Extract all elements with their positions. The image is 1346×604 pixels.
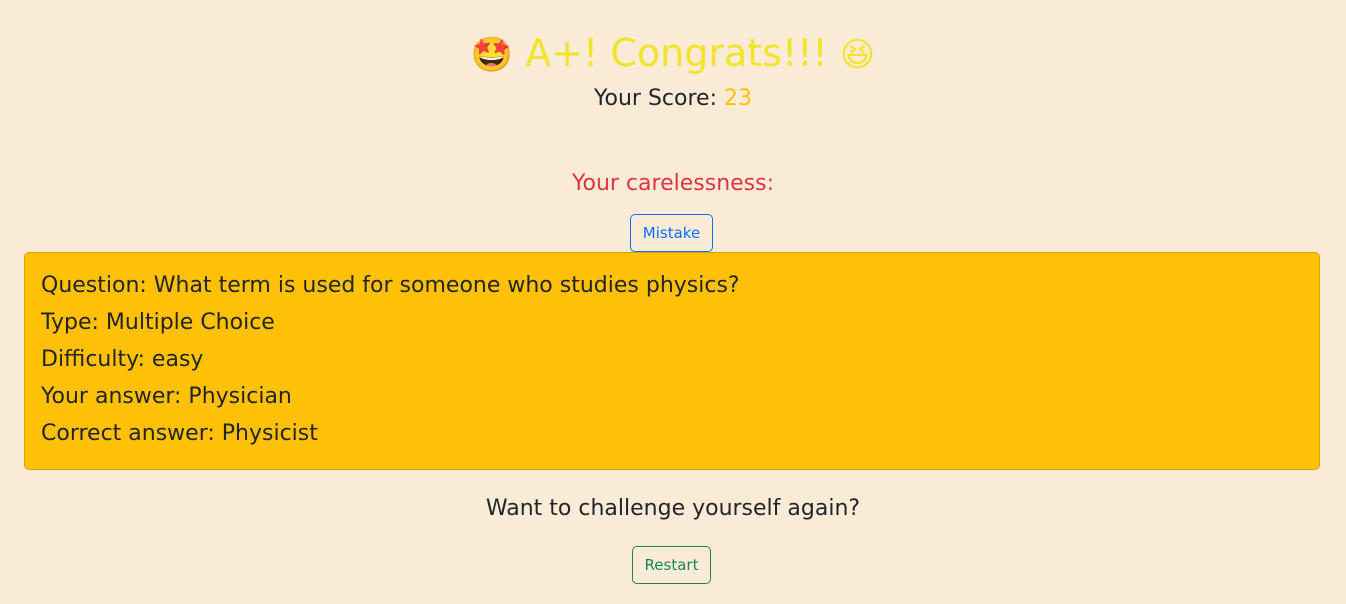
mistake-type: Type: Multiple Choice [41,310,275,335]
laughing-emoji-icon: 😆 [839,35,876,75]
mistake-your-answer: Your answer: Physician [41,384,292,409]
challenge-again-prompt: Want to challenge yourself again? [485,496,861,521]
mistake-difficulty: Difficulty: easy [41,347,204,372]
restart-button[interactable]: Restart [632,546,711,584]
result-title-text: A+! Congrats!!! [525,31,828,75]
carelessness-heading: Your carelessness: [571,171,775,196]
score-label: Your Score: [594,86,717,111]
star-struck-emoji-icon: 🤩 [470,35,514,75]
score-line: Your Score: 23 [0,84,1346,114]
mistake-question: Question: What term is used for someone … [41,273,740,298]
mistake-details-panel: Question: What term is used for someone … [24,252,1320,470]
mistake-button[interactable]: Mistake [630,214,713,252]
mistake-correct-answer: Correct answer: Physicist [41,421,318,446]
result-title: 🤩 A+! Congrats!!! 😆 [0,28,1346,80]
score-value: 23 [724,86,752,111]
